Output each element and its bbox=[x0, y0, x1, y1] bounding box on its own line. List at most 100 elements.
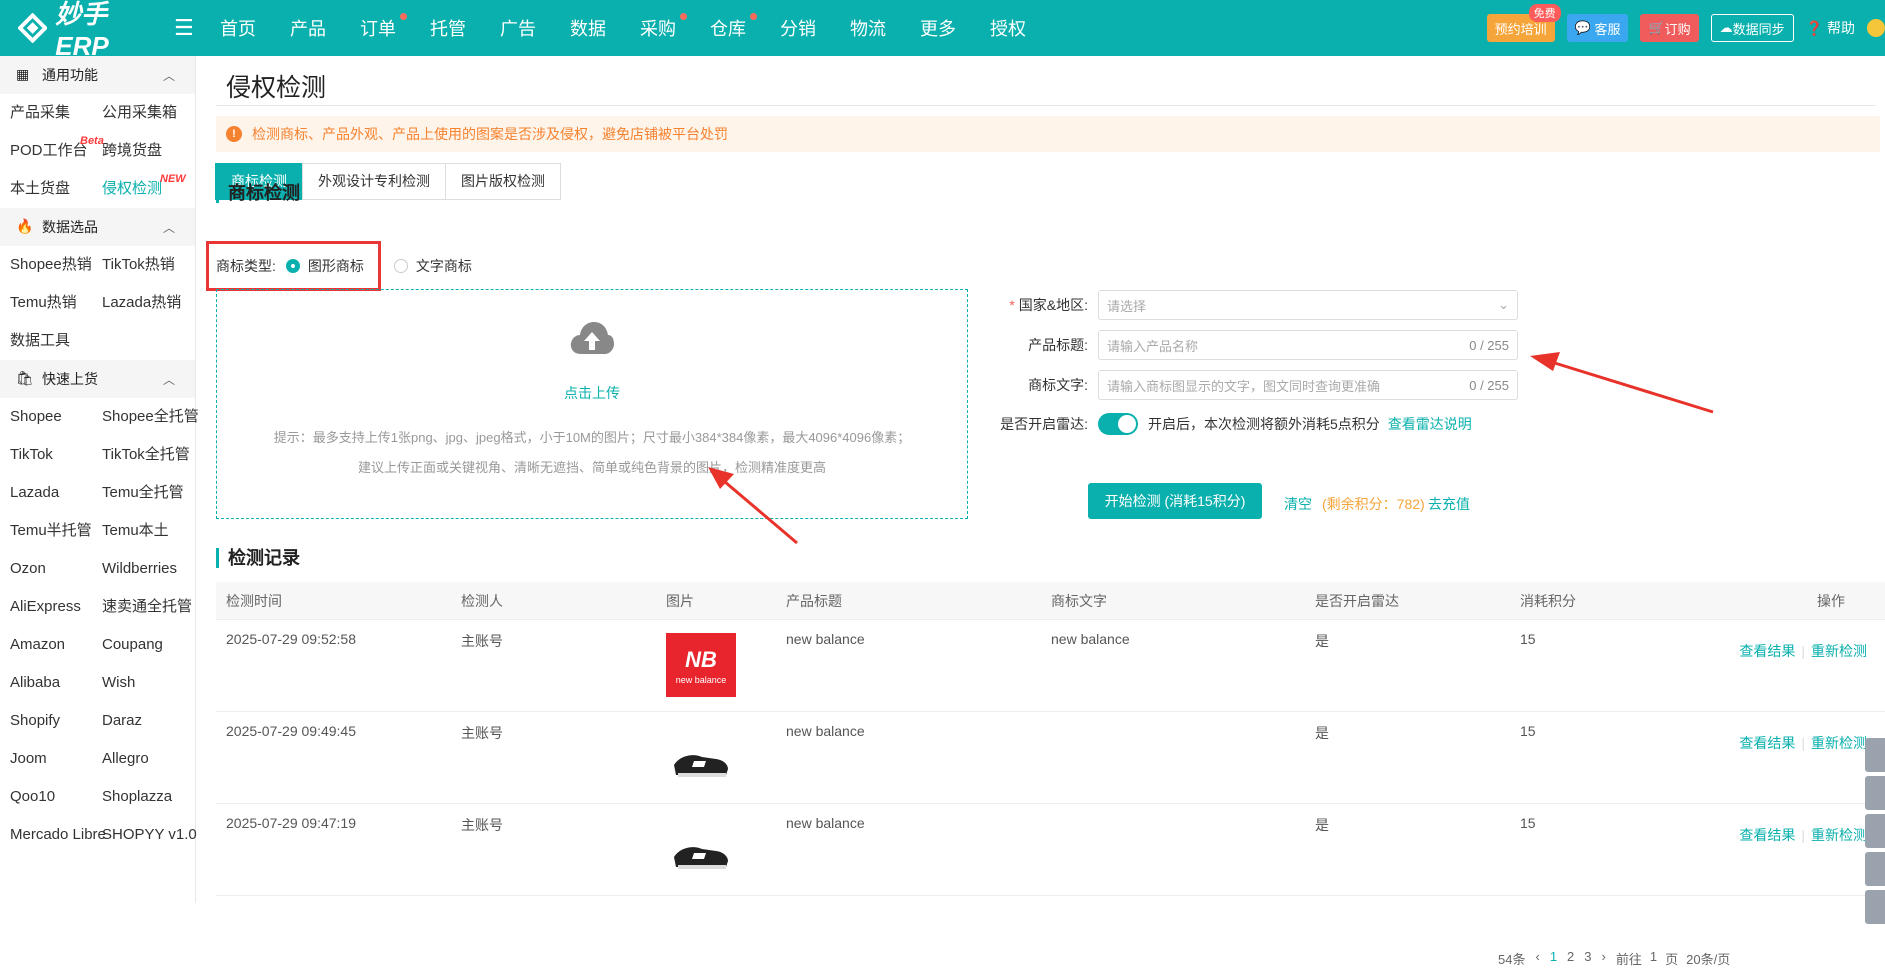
avatar[interactable] bbox=[1867, 19, 1885, 37]
nav-item-6[interactable]: 采购 bbox=[640, 13, 710, 41]
sidebar-item[interactable]: Alibaba bbox=[10, 664, 102, 702]
nav-label: 数据 bbox=[570, 19, 606, 39]
nav-item-2[interactable]: 订单 bbox=[360, 13, 430, 41]
sidebar-item[interactable]: POD工作台 Beta bbox=[10, 132, 104, 170]
sidebar-item[interactable]: Allegro bbox=[102, 740, 202, 778]
sidebar-item[interactable]: Shopee热销 bbox=[10, 246, 102, 284]
help-link[interactable]: ❓ 帮助 bbox=[1806, 18, 1855, 38]
pager-page-1[interactable]: 1 bbox=[1550, 949, 1557, 968]
app-logo[interactable]: 妙手ERP bbox=[18, 0, 158, 62]
pager-prev-icon[interactable]: ‹ bbox=[1535, 949, 1539, 968]
sidebar-item[interactable]: Temu半托管 bbox=[10, 512, 102, 550]
back-to-top-icon[interactable] bbox=[1865, 890, 1885, 924]
nav-item-3[interactable]: 托管 bbox=[430, 15, 500, 41]
nav-item-5[interactable]: 数据 bbox=[570, 15, 640, 41]
sidebar-item-label: Wildberries bbox=[102, 560, 178, 577]
redetect-link[interactable]: 重新检测 bbox=[1811, 643, 1867, 659]
menu-toggle-icon[interactable]: ☰ bbox=[174, 15, 204, 41]
upload-tip-line2: 建议上传正面或关键视角、清晰无遮挡、简单或纯色背景的图片，检测精准度更高 bbox=[357, 460, 826, 475]
sidebar-item[interactable]: Qoo10 bbox=[10, 778, 102, 816]
sidebar-item[interactable]: Lazada bbox=[10, 474, 102, 512]
pager-next-icon[interactable]: › bbox=[1602, 949, 1606, 968]
clear-button[interactable]: 清空 bbox=[1284, 494, 1312, 514]
nav-item-7[interactable]: 仓库 bbox=[710, 13, 780, 41]
pager-page-2[interactable]: 2 bbox=[1567, 949, 1574, 968]
sidebar-item[interactable]: Coupang bbox=[102, 626, 202, 664]
view-result-link[interactable]: 查看结果 bbox=[1739, 827, 1795, 843]
nav-item-0[interactable]: 首页 bbox=[220, 15, 290, 41]
sidebar-section-0[interactable]: ▦ 通用功能 ︿ bbox=[0, 56, 195, 94]
trademark-text-input[interactable]: 请输入商标图显示的文字，图文同时查询更准确 0 / 255 bbox=[1098, 370, 1518, 400]
sidebar-item[interactable]: Shoplazza bbox=[102, 778, 202, 816]
header-points: 消耗积分 bbox=[1520, 592, 1576, 609]
nav-item-10[interactable]: 更多 bbox=[920, 15, 990, 41]
sidebar-item[interactable]: Wildberries bbox=[102, 550, 202, 588]
sidebar-item[interactable]: Shopify bbox=[10, 702, 102, 740]
sidebar-item[interactable]: TikTok bbox=[10, 436, 102, 474]
sidebar-item[interactable]: 公用采集箱 bbox=[102, 94, 202, 132]
country-select[interactable]: 请选择 ⌄ bbox=[1098, 290, 1518, 320]
collapse-icon[interactable] bbox=[1865, 738, 1885, 772]
sidebar-section-2[interactable]: 🛍 快速上货 ︿ bbox=[0, 360, 195, 398]
data-sync-button[interactable]: ☁ 数据同步 bbox=[1710, 14, 1794, 42]
sidebar-item[interactable]: Temu全托管 bbox=[102, 474, 202, 512]
nav-item-11[interactable]: 授权 bbox=[990, 15, 1060, 41]
nav-item-1[interactable]: 产品 bbox=[290, 15, 360, 41]
view-result-link[interactable]: 查看结果 bbox=[1739, 735, 1795, 751]
radio-text-trademark[interactable] bbox=[393, 259, 408, 273]
sidebar-item[interactable]: Joom bbox=[10, 740, 102, 778]
order-button[interactable]: 🛒 订购 bbox=[1640, 14, 1699, 42]
sidebar-item[interactable]: 数据工具 bbox=[10, 322, 102, 360]
sidebar-item[interactable]: 侵权检测 NEW bbox=[102, 170, 202, 208]
sidebar-item[interactable]: Amazon bbox=[10, 626, 102, 664]
upload-label[interactable]: 点击上传 bbox=[217, 383, 967, 403]
product-title-input[interactable]: 请输入产品名称 0 / 255 bbox=[1098, 330, 1518, 360]
sidebar-item[interactable]: TikTok热销 bbox=[102, 246, 202, 284]
cell-image: NB new balance bbox=[666, 631, 786, 700]
upload-area[interactable]: 点击上传 提示：最多支持上传1张png、jpg、jpeg格式，小于10M的图片；… bbox=[216, 289, 968, 519]
customer-service-button[interactable]: 💬 客服 bbox=[1566, 14, 1629, 42]
sidebar-item[interactable]: Temu热销 bbox=[10, 284, 102, 322]
sidebar-item[interactable]: Ozon bbox=[10, 550, 102, 588]
sidebar-item[interactable]: 本土货盘 bbox=[10, 170, 102, 208]
radar-toggle[interactable] bbox=[1098, 413, 1138, 435]
sidebar-item[interactable]: Lazada热销 bbox=[102, 284, 202, 322]
sidebar-item[interactable]: 速卖通全托管 bbox=[102, 588, 202, 626]
recharge-link[interactable]: 去充值 bbox=[1428, 494, 1470, 514]
sidebar-item[interactable]: Mercado Libre bbox=[10, 816, 106, 854]
sidebar-section-1[interactable]: 🔥 数据选品 ︿ bbox=[0, 208, 195, 246]
nav-item-8[interactable]: 分销 bbox=[780, 15, 850, 41]
sidebar-item-label: TikTok全托管 bbox=[102, 446, 190, 463]
start-detection-button[interactable]: 开始检测 (消耗15积分) bbox=[1088, 483, 1262, 519]
tab-design-patent[interactable]: 外观设计专利检测 bbox=[302, 163, 446, 200]
redetect-link[interactable]: 重新检测 bbox=[1811, 827, 1867, 843]
sidebar-item[interactable]: Daraz bbox=[102, 702, 202, 740]
sidebar-item-label: 侵权检测 bbox=[102, 180, 163, 197]
sidebar-item[interactable]: Wish bbox=[102, 664, 202, 702]
sidebar-item[interactable]: SHOPYY v1.0 bbox=[102, 816, 202, 854]
tab-image-copyright[interactable]: 图片版权检测 bbox=[445, 163, 561, 200]
message-icon[interactable] bbox=[1865, 776, 1885, 810]
title-divider bbox=[216, 105, 1876, 106]
graphic-trademark-label[interactable]: 图形商标 bbox=[308, 256, 364, 276]
search-icon[interactable] bbox=[1865, 852, 1885, 886]
sidebar-item[interactable]: Temu本土 bbox=[102, 512, 202, 550]
document-icon[interactable] bbox=[1865, 814, 1885, 848]
sidebar-item[interactable]: Shopee bbox=[10, 398, 102, 436]
pager-page-input[interactable]: 1 bbox=[1650, 949, 1657, 968]
view-result-link[interactable]: 查看结果 bbox=[1739, 643, 1795, 659]
pager-size-select[interactable]: 20条/页 bbox=[1686, 949, 1730, 968]
radar-help-link[interactable]: 查看雷达说明 bbox=[1388, 414, 1472, 434]
text-trademark-label[interactable]: 文字商标 bbox=[416, 256, 472, 276]
sidebar-item[interactable]: Shopee全托管 bbox=[102, 398, 202, 436]
sidebar-item[interactable]: 跨境货盘 bbox=[102, 132, 202, 170]
nav-item-4[interactable]: 广告 bbox=[500, 15, 570, 41]
radio-graphic-trademark[interactable] bbox=[285, 259, 300, 273]
redetect-link[interactable]: 重新检测 bbox=[1811, 735, 1867, 751]
sidebar-item[interactable]: AliExpress bbox=[10, 588, 102, 626]
nav-item-9[interactable]: 物流 bbox=[850, 15, 920, 41]
pager-page-3[interactable]: 3 bbox=[1584, 949, 1591, 968]
training-button[interactable]: 预约培训 免费 bbox=[1486, 4, 1561, 42]
header-trademark-text: 商标文字 bbox=[1051, 592, 1107, 609]
sidebar-item[interactable]: TikTok全托管 bbox=[102, 436, 202, 474]
